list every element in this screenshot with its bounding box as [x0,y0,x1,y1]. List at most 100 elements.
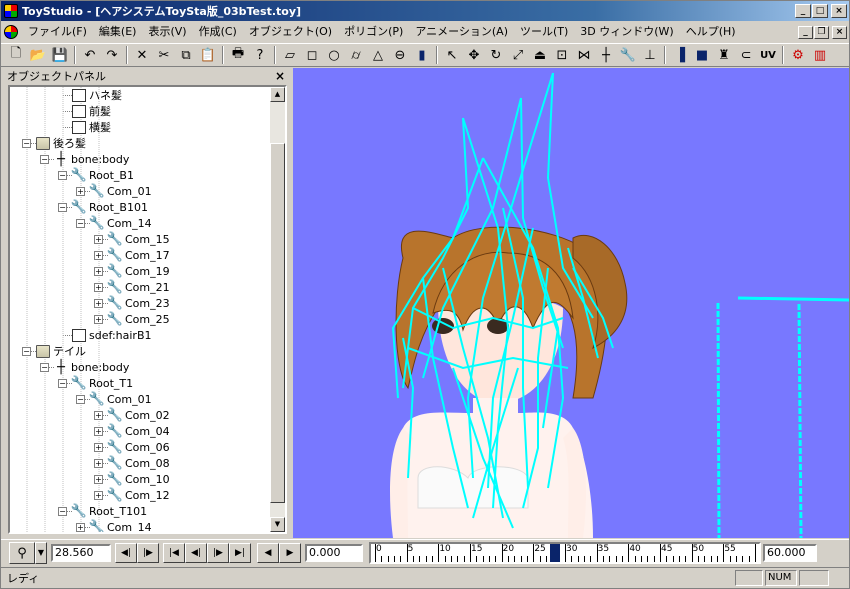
app-icon[interactable] [4,4,18,18]
tree-row[interactable]: 横髪 [72,119,111,135]
sphere-icon[interactable]: ○ [323,44,345,66]
key-dropdown[interactable]: ▼ [35,542,47,564]
collapse-icon[interactable]: − [22,347,31,356]
start-time-field[interactable]: 0.000 [305,544,363,562]
help-icon[interactable]: ? [249,44,271,66]
new-icon[interactable]: 🗋 [5,44,27,66]
3d-viewport[interactable] [293,68,849,538]
menu-item-2[interactable]: 表示(V) [142,23,192,41]
step-forward-button[interactable]: |▶ [207,543,229,563]
select-arrow-icon[interactable]: ↖ [441,44,463,66]
plane-icon[interactable]: ▱ [279,44,301,66]
copy-icon[interactable]: ⧉ [175,44,197,66]
scroll-thumb[interactable] [270,143,285,503]
collapse-icon[interactable]: − [22,139,31,148]
expand-icon[interactable]: + [94,459,103,468]
menu-item-3[interactable]: 作成(C) [193,23,243,41]
collapse-icon[interactable]: − [58,507,67,516]
minimize-button[interactable]: _ [795,4,811,18]
expand-icon[interactable]: + [94,251,103,260]
play-reverse-button[interactable]: ◀ [257,543,279,563]
doc-restore-button[interactable]: ❐ [814,25,829,39]
tree-row[interactable]: sdef:hairB1 [72,327,152,343]
uv-icon[interactable]: UV [757,44,779,66]
menu-item-5[interactable]: ポリゴン(P) [338,23,409,41]
tree-row[interactable]: 🔧 Com_14 [89,519,152,533]
expand-icon[interactable]: + [94,299,103,308]
tree-row[interactable]: 🔧 Com_04 [107,423,170,439]
tree-row[interactable]: 🔧 Root_T1 [71,375,133,391]
tree-row[interactable]: テイル [36,343,86,359]
panel-close-icon[interactable]: × [275,69,285,83]
scale-icon[interactable]: ⤢ [507,44,529,66]
render-icon[interactable]: ⚙ [787,44,809,66]
bend-icon[interactable]: ⋈ [573,44,595,66]
expand-icon[interactable]: + [94,443,103,452]
menu-item-7[interactable]: ツール(T) [514,23,574,41]
expand-icon[interactable]: + [94,475,103,484]
menu-item-8[interactable]: 3D ウィンドウ(W) [574,23,679,41]
wrench-icon[interactable]: 🔧 [617,44,639,66]
tree-row[interactable]: 🔧 Com_23 [107,295,170,311]
collapse-icon[interactable]: − [58,203,67,212]
doc-minimize-button[interactable]: _ [798,25,813,39]
box-icon[interactable]: ◻ [301,44,323,66]
tree-row[interactable]: 🔧 Com_01 [89,183,152,199]
menu-item-4[interactable]: オブジェクト(O) [243,23,338,41]
tree-row[interactable]: 🔧 Com_12 [107,487,170,503]
expand-icon[interactable]: + [94,491,103,500]
collapse-icon[interactable]: − [58,171,67,180]
tree-row[interactable]: 🔧 Com_01 [89,391,152,407]
cylinder-icon[interactable]: ⌭ [345,44,367,66]
maximize-button[interactable]: □ [812,4,828,18]
rotate-icon[interactable]: ↻ [485,44,507,66]
play-button[interactable]: ▶ [279,543,301,563]
print-icon[interactable]: 🖶 [227,44,249,66]
menu-item-6[interactable]: アニメーション(A) [409,23,514,41]
transform-icon[interactable]: ⊡ [551,44,573,66]
tree-row[interactable]: 前髪 [72,103,111,119]
tree-row[interactable]: 🔧 Com_06 [107,439,170,455]
torus-icon[interactable]: ⊖ [389,44,411,66]
collapse-icon[interactable]: − [40,363,49,372]
tree-row[interactable]: 🔧 Com_02 [107,407,170,423]
expand-icon[interactable]: + [94,411,103,420]
expand-icon[interactable]: + [94,427,103,436]
collapse-icon[interactable]: − [76,395,85,404]
delete-icon[interactable]: ✕ [131,44,153,66]
scroll-down-button[interactable]: ▼ [270,517,285,532]
split-icon[interactable]: ▥ [809,44,831,66]
end-time-field[interactable]: 60.000 [763,544,817,562]
menu-item-1[interactable]: 編集(E) [93,23,143,41]
bone-icon[interactable]: ┼ [595,44,617,66]
redo-icon[interactable]: ↷ [101,44,123,66]
doc-close-button[interactable]: × [832,25,847,39]
scroll-up-button[interactable]: ▲ [270,87,285,102]
expand-icon[interactable]: + [76,523,85,532]
tree-row[interactable]: 🔧 Com_14 [89,215,152,231]
tree-row[interactable]: 🔧 Com_08 [107,455,170,471]
paste-icon[interactable]: 📋 [197,44,219,66]
tree-row[interactable]: 🔧 Com_19 [107,263,170,279]
expand-icon[interactable]: + [94,267,103,276]
tree-row[interactable]: 🔧 Root_T101 [71,503,147,519]
expand-icon[interactable]: + [94,283,103,292]
document-icon[interactable] [4,25,18,39]
tree-row[interactable]: 🔧 Root_B1 [71,167,134,183]
tree-row[interactable]: 後ろ髪 [36,135,86,151]
menu-item-0[interactable]: ファイル(F) [22,23,93,41]
key-icon[interactable]: ⚲ [9,542,35,564]
tree-row[interactable]: 🔧 Root_B101 [71,199,148,215]
gradient-icon[interactable]: ▐ [669,44,691,66]
tree-row[interactable]: 🔧 Com_21 [107,279,170,295]
joint-icon[interactable]: ⊥ [639,44,661,66]
close-button[interactable]: × [831,4,847,18]
tree-row[interactable]: 🔧 Com_15 [107,231,170,247]
tree-row[interactable]: 🔧 Com_25 [107,311,170,327]
tree-scrollbar[interactable]: ▲ ▼ [270,87,285,532]
timeline-ruler[interactable]: 0 5 10 15 20 25 30 35 40 45 50 55 [369,542,761,564]
tree-row[interactable]: 🔧 Com_17 [107,247,170,263]
tree-row[interactable]: ハネ髪 [72,87,122,103]
undo-icon[interactable]: ↶ [79,44,101,66]
bars-icon[interactable]: ▮ [411,44,433,66]
